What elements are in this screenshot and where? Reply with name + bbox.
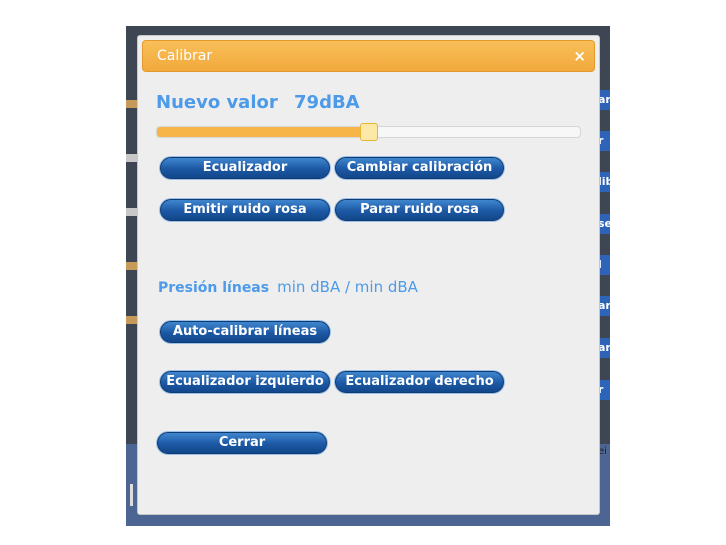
- right-equalizer-button[interactable]: Ecualizador derecho: [335, 371, 504, 393]
- background-marker: [130, 484, 133, 506]
- line-pressure-label: Presión líneas: [158, 280, 270, 296]
- dialog-title: Calibrar: [157, 48, 213, 64]
- calibrate-dialog: Calibrar × Nuevo valor 79dBA Ecualizador…: [137, 35, 600, 515]
- auto-calibrate-lines-button[interactable]: Auto-calibrar líneas: [160, 321, 330, 343]
- close-button[interactable]: Cerrar: [157, 432, 327, 454]
- left-equalizer-button[interactable]: Ecualizador izquierdo: [160, 371, 330, 393]
- equalizer-button[interactable]: Ecualizador: [160, 157, 330, 179]
- dialog-titlebar[interactable]: Calibrar ×: [142, 40, 595, 72]
- calibration-slider[interactable]: [156, 123, 581, 141]
- line-pressure-value: min dBA / min dBA: [277, 278, 418, 296]
- new-value-row: Nuevo valor 79dBA: [156, 92, 360, 113]
- slider-fill: [157, 127, 369, 137]
- stop-pink-noise-button[interactable]: Parar ruido rosa: [335, 199, 504, 221]
- new-value: 79dBA: [294, 92, 360, 113]
- line-pressure-row: Presión líneas min dBA / min dBA: [158, 278, 418, 296]
- slider-handle[interactable]: [359, 123, 378, 141]
- new-value-label: Nuevo valor: [156, 92, 278, 113]
- change-calibration-button[interactable]: Cambiar calibración: [335, 157, 504, 179]
- close-icon[interactable]: ×: [573, 41, 586, 71]
- emit-pink-noise-button[interactable]: Emitir ruido rosa: [160, 199, 330, 221]
